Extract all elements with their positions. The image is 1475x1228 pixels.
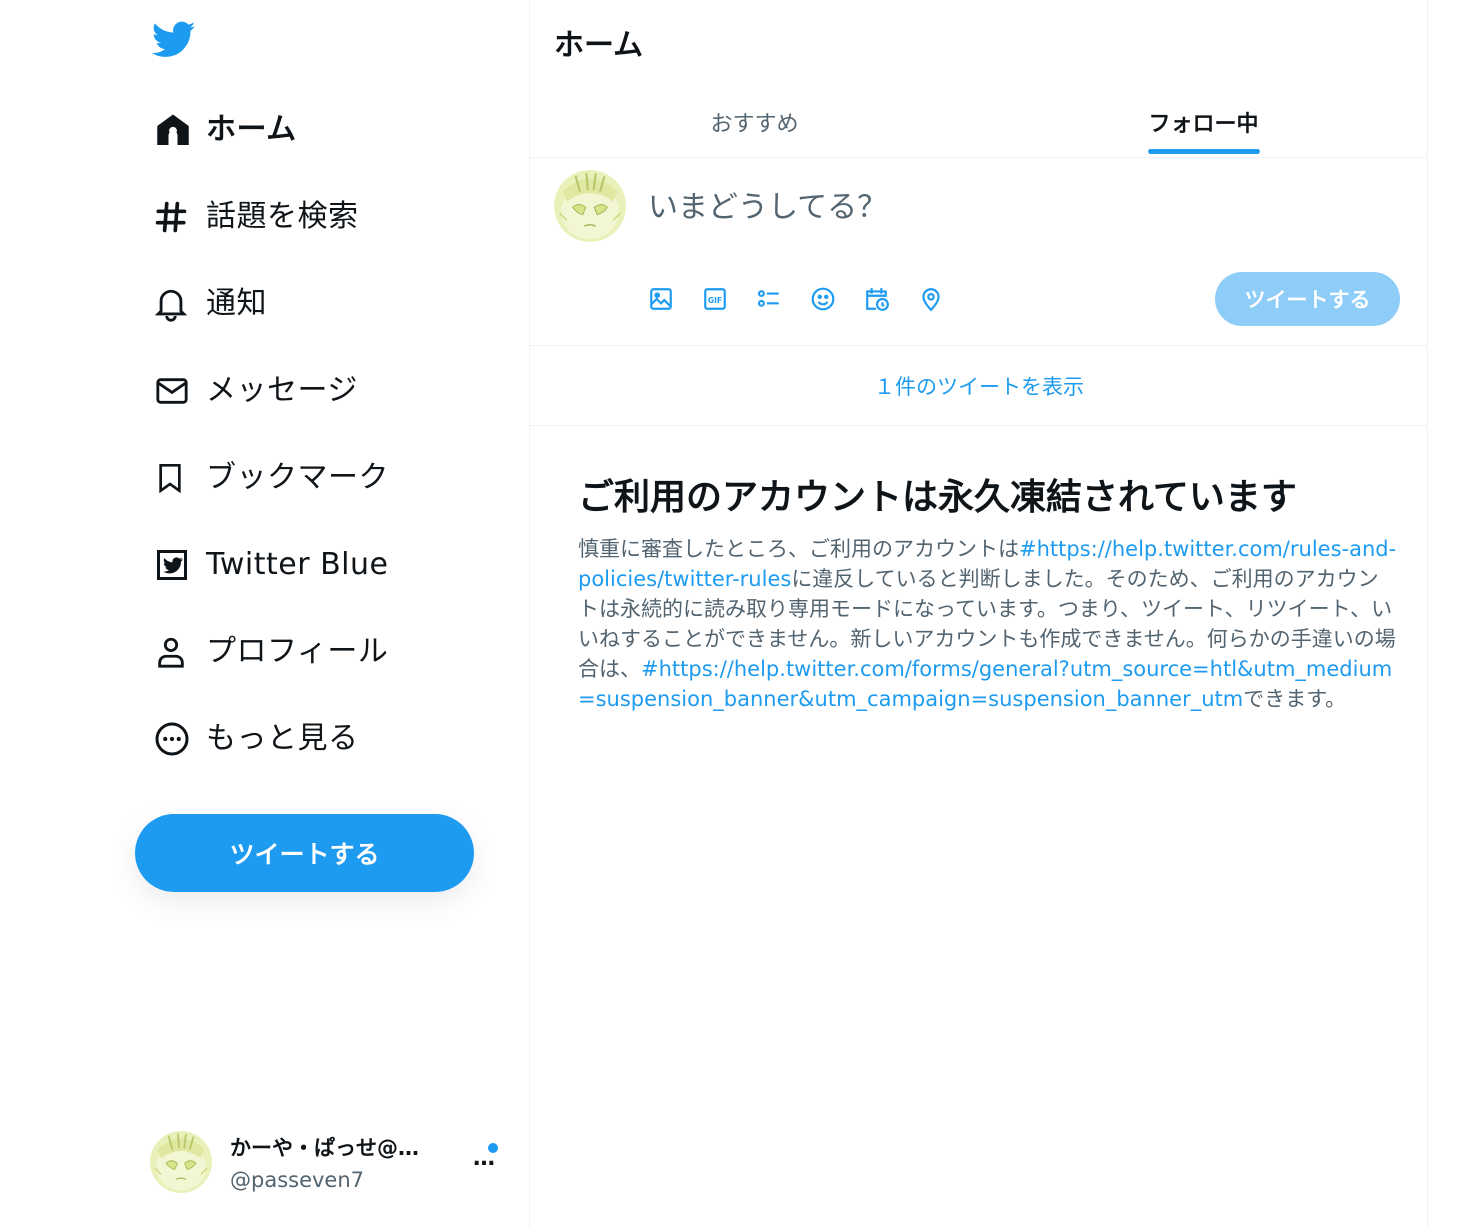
hashtag-icon — [140, 197, 206, 237]
nav-item-more[interactable]: もっと見る — [140, 695, 520, 782]
composer-avatar[interactable] — [554, 170, 626, 242]
composer-tweet-button[interactable]: ツイートする — [1215, 272, 1400, 326]
tab-label-following: フォロー中 — [1148, 111, 1259, 137]
notification-dot — [488, 1143, 498, 1153]
sidebar: ホーム 話題を検索 通知 メッセージ ブックマーク Twitter Blue プ… — [0, 0, 530, 1228]
twitter-blue-icon — [140, 545, 206, 585]
emoji-icon[interactable] — [810, 284, 864, 314]
nav-label-explore: 話題を検索 — [206, 198, 359, 234]
svg-text:GIF: GIF — [708, 296, 722, 305]
nav-label-notifications: 通知 — [206, 285, 267, 321]
nav-label-messages: メッセージ — [206, 372, 358, 408]
tweet-composer: GIF ツイートする — [530, 158, 1428, 346]
suspension-notice: ご利用のアカウントは永久凍結されています 慎重に審査したところ、ご利用のアカウン… — [578, 474, 1398, 714]
nav-label-more: もっと見る — [206, 720, 359, 756]
bookmark-icon — [140, 458, 206, 498]
gif-icon[interactable]: GIF — [702, 284, 756, 314]
tab-following[interactable]: フォロー中 — [979, 86, 1428, 157]
nav-item-profile[interactable]: プロフィール — [140, 608, 520, 695]
image-icon[interactable] — [648, 284, 702, 314]
nav-item-notifications[interactable]: 通知 — [140, 260, 520, 347]
home-icon — [140, 110, 206, 150]
schedule-icon[interactable] — [864, 284, 918, 314]
avatar — [150, 1131, 212, 1193]
main-column: ホーム おすすめ フォロー中 GIF — [530, 0, 1428, 1228]
person-icon — [140, 632, 206, 672]
page-title: ホーム — [554, 28, 644, 63]
envelope-icon — [140, 371, 206, 411]
location-icon[interactable] — [918, 284, 972, 314]
composer-toolbar: GIF — [648, 284, 972, 314]
primary-nav: ホーム 話題を検索 通知 メッセージ ブックマーク Twitter Blue プ… — [140, 86, 520, 782]
twitter-bird-icon — [152, 21, 196, 57]
twitter-logo[interactable] — [150, 18, 198, 62]
notice-title: ご利用のアカウントは永久凍結されています — [578, 477, 1297, 518]
account-handle: @passeven7 — [230, 1168, 365, 1192]
show-new-tweets[interactable]: １件のツイートを表示 — [530, 346, 1428, 426]
bell-icon — [140, 284, 206, 324]
nav-label-bookmarks: ブックマーク — [206, 459, 389, 495]
poll-icon[interactable] — [756, 284, 810, 314]
tweet-button[interactable]: ツイートする — [135, 814, 474, 892]
notice-body: 慎重に審査したところ、ご利用のアカウントは#https://help.twitt… — [578, 534, 1398, 714]
nav-item-twitter-blue[interactable]: Twitter Blue — [140, 521, 520, 608]
notice-text-1: 慎重に審査したところ、ご利用のアカウントは — [578, 537, 1019, 561]
active-tab-indicator — [1147, 149, 1260, 154]
nav-item-bookmarks[interactable]: ブックマーク — [140, 434, 520, 521]
nav-item-home[interactable]: ホーム — [140, 86, 520, 173]
nav-label-home: ホーム — [206, 111, 297, 147]
tab-label-recommended: おすすめ — [710, 111, 799, 137]
nav-item-explore[interactable]: 話題を検索 — [140, 173, 520, 260]
nav-label-twitter-blue: Twitter Blue — [206, 546, 389, 582]
tab-recommended[interactable]: おすすめ — [530, 86, 979, 157]
nav-label-profile: プロフィール — [206, 633, 389, 669]
account-info: かーや・ぱっせ@… @passeven7 — [230, 1132, 440, 1192]
more-circle-icon — [140, 719, 206, 759]
notice-text-3: できます。 — [1243, 687, 1347, 711]
account-switcher[interactable]: かーや・ぱっせ@… @passeven7 … — [150, 1128, 510, 1196]
nav-item-messages[interactable]: メッセージ — [140, 347, 520, 434]
timeline-tabs: おすすめ フォロー中 — [530, 86, 1428, 158]
account-name: かーや・ぱっせ@… — [230, 1136, 419, 1160]
compose-input[interactable] — [648, 190, 1348, 225]
